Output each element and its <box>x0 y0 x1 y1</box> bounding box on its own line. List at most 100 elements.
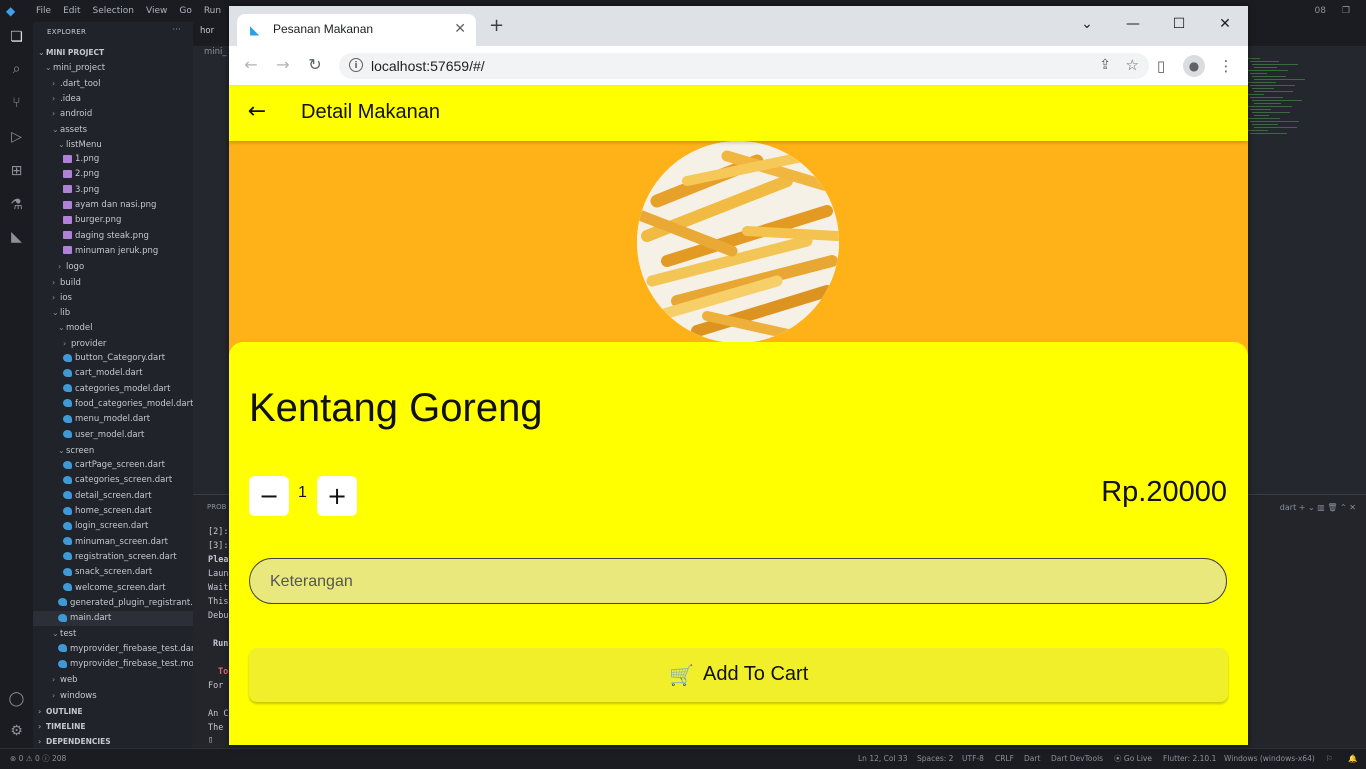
panel-tab-problems[interactable]: PROB <box>207 503 226 511</box>
explorer-icon[interactable]: ❏ <box>7 28 26 47</box>
share-icon[interactable]: ⇪ <box>1099 57 1111 73</box>
tree-folder[interactable]: › logo <box>58 259 84 274</box>
add-to-cart-button[interactable]: 🛒 Add To Cart <box>249 648 1228 702</box>
bookmark-star-icon[interactable]: ☆ <box>1126 56 1139 74</box>
tree-file[interactable]: 1.png <box>63 152 99 167</box>
device-status[interactable]: Windows (windows-x64) <box>1224 749 1315 769</box>
tree-folder[interactable]: ⌄assets <box>52 122 87 137</box>
tree-file[interactable]: login_screen.dart <box>63 519 148 534</box>
tree-file[interactable]: detail_screen.dart <box>63 489 152 504</box>
explorer-section[interactable]: › DEPENDENCIES <box>38 734 111 749</box>
forward-nav-icon[interactable]: → <box>273 55 293 75</box>
explorer-section[interactable]: › OUTLINE <box>38 704 83 719</box>
tree-file[interactable]: welcome_screen.dart <box>63 581 166 596</box>
browser-menu-icon[interactable]: ⋮ <box>1215 55 1237 77</box>
note-field[interactable] <box>249 558 1227 605</box>
notifications-bell-icon[interactable]: 🔔 <box>1348 749 1357 769</box>
tree-file[interactable]: categories_model.dart <box>63 382 170 397</box>
decrease-quantity-button[interactable]: − <box>249 476 289 516</box>
back-nav-icon[interactable]: ← <box>241 55 261 75</box>
tree-file[interactable]: generated_plugin_registrant.... <box>58 596 201 611</box>
tree-folder[interactable]: ⌄screen <box>58 443 94 458</box>
extensions-icon[interactable]: ⊞ <box>7 162 26 181</box>
tree-file[interactable]: myprovider_firebase_test.moc... <box>58 657 207 672</box>
tree-folder[interactable]: ⌄model <box>58 320 92 335</box>
run-debug-icon[interactable]: ▷ <box>7 128 26 147</box>
tree-file[interactable]: daging steak.png <box>63 229 149 244</box>
tree-file[interactable]: minuman_screen.dart <box>63 535 168 550</box>
minimap[interactable] <box>1248 58 1308 138</box>
tree-folder[interactable]: › build <box>52 275 81 290</box>
indentation-status[interactable]: Spaces: 2 <box>917 749 953 769</box>
increase-quantity-button[interactable]: + <box>317 476 357 516</box>
site-info-icon[interactable]: i <box>349 58 363 72</box>
flutter-version-status[interactable]: Flutter: 2.10.1 <box>1163 749 1216 769</box>
tree-file[interactable]: myprovider_firebase_test.dart <box>58 642 198 657</box>
close-window-icon[interactable]: ✕ <box>1202 10 1248 38</box>
menu-item-file[interactable]: File <box>30 0 57 22</box>
tree-file[interactable]: button_Category.dart <box>63 351 165 366</box>
menu-item-go[interactable]: Go <box>173 0 197 22</box>
panel-toolbar[interactable]: dart + ⌄ ▥ 🗑 ⌃ ✕ <box>1280 503 1356 512</box>
language-status[interactable]: Dart <box>1024 749 1040 769</box>
go-live-status[interactable]: ⦿ Go Live <box>1114 749 1152 769</box>
tree-file[interactable]: home_screen.dart <box>63 504 152 519</box>
tree-folder[interactable]: ⌄lib <box>52 305 70 320</box>
tree-folder[interactable]: › ios <box>52 290 72 305</box>
tree-folder[interactable]: › .dart_tool <box>52 76 100 91</box>
editor-tab[interactable]: hor <box>200 26 214 36</box>
vscode-window-controls[interactable]: ❐ <box>1326 0 1366 22</box>
minimize-icon[interactable]: — <box>1110 10 1156 38</box>
tree-folder[interactable]: ⌄mini_project <box>45 60 105 75</box>
tree-file[interactable]: main.dart <box>33 611 218 627</box>
tree-folder[interactable]: › windows <box>52 688 97 703</box>
devtools-status[interactable]: Dart DevTools <box>1051 749 1103 769</box>
problems-status[interactable]: ⊗ 0 ⚠ 0 ⓘ 208 <box>10 749 66 769</box>
tree-file[interactable]: 2.png <box>63 167 99 182</box>
new-tab-icon[interactable]: + <box>489 17 504 35</box>
menu-item-run[interactable]: Run <box>198 0 227 22</box>
tree-file[interactable]: user_model.dart <box>63 428 144 443</box>
tree-folder[interactable]: ⌄test <box>52 626 76 641</box>
tree-file[interactable]: burger.png <box>63 213 121 228</box>
encoding-status[interactable]: UTF-8 <box>962 749 984 769</box>
tree-file[interactable]: minuman jeruk.png <box>63 244 158 259</box>
address-bar[interactable]: i localhost:57659/#/ ⇪ ☆ <box>339 53 1149 79</box>
close-tab-icon[interactable]: ✕ <box>454 21 466 37</box>
tree-file[interactable]: 3.png <box>63 183 99 198</box>
browser-tab[interactable]: ◣ Pesanan Makanan ✕ <box>237 14 476 46</box>
address-url[interactable]: localhost:57659/#/ <box>371 58 485 74</box>
tree-file[interactable]: food_categories_model.dart <box>63 397 193 412</box>
back-arrow-icon[interactable]: ← <box>245 100 269 124</box>
menu-item-view[interactable]: View <box>140 0 173 22</box>
tree-file[interactable]: categories_screen.dart <box>63 473 172 488</box>
eol-status[interactable]: CRLF <box>995 749 1014 769</box>
source-control-icon[interactable]: ⑂ <box>7 94 26 113</box>
tree-file[interactable]: cartPage_screen.dart <box>63 458 165 473</box>
tree-file[interactable]: cart_model.dart <box>63 366 143 381</box>
menu-item-edit[interactable]: Edit <box>57 0 86 22</box>
testing-icon[interactable]: ⚗ <box>7 196 26 215</box>
note-input[interactable] <box>268 559 1202 605</box>
flutter-icon[interactable]: ◣ <box>7 228 26 247</box>
feedback-icon[interactable]: ⚐ <box>1326 749 1333 769</box>
account-icon[interactable]: ◯ <box>7 690 26 709</box>
settings-gear-icon[interactable]: ⚙ <box>7 722 26 741</box>
tree-folder[interactable]: › web <box>52 672 78 687</box>
menu-item-selection[interactable]: Selection <box>87 0 140 22</box>
tree-folder[interactable]: ⌄listMenu <box>58 137 102 152</box>
maximize-icon[interactable]: ☐ <box>1156 10 1202 38</box>
reload-icon[interactable]: ↻ <box>305 55 325 75</box>
tree-folder[interactable]: ⌄MINI PROJECT <box>38 45 104 60</box>
tab-search-chevron-icon[interactable]: ⌄ <box>1064 10 1110 38</box>
tree-folder[interactable]: › provider <box>63 336 106 351</box>
more-actions-icon[interactable]: ··· <box>172 25 181 35</box>
tree-file[interactable]: ayam dan nasi.png <box>63 198 156 213</box>
tree-folder[interactable]: › .idea <box>52 91 81 106</box>
editor-breadcrumb[interactable]: mini_ <box>204 47 227 57</box>
tree-file[interactable]: registration_screen.dart <box>63 550 177 565</box>
tree-file[interactable]: menu_model.dart <box>63 412 150 427</box>
tree-file[interactable]: snack_screen.dart <box>63 565 152 580</box>
search-icon[interactable]: ⌕ <box>7 60 26 79</box>
tree-folder[interactable]: › android <box>52 106 92 121</box>
